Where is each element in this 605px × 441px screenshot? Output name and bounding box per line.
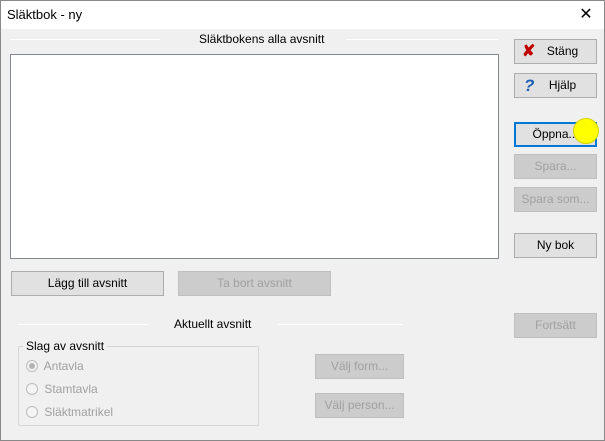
remove-section-button-label: Ta bort avsnitt [217, 276, 292, 290]
save-as-button-label: Spara som... [521, 192, 590, 206]
cursor-highlight [573, 118, 599, 144]
slaktbok-dialog: Släktbok - ny ✕ Släktbokens alla avsnitt… [0, 0, 605, 441]
radio-slaktmatrikel-icon [26, 406, 38, 418]
save-button-label: Spara... [534, 159, 577, 173]
current-separator-right [278, 324, 403, 325]
choose-form-button-label: Välj form... [330, 359, 389, 373]
open-button-label: Öppna... [532, 127, 579, 141]
sections-group-title-text: Släktbokens alla avsnitt [199, 32, 325, 46]
continue-button[interactable]: Fortsätt [514, 313, 597, 338]
radio-antavla-label: Antavla [43, 359, 84, 373]
close-button[interactable]: ✘ Stäng [514, 39, 597, 64]
current-section-title-text: Aktuellt avsnitt [174, 317, 252, 331]
title-bar: Släktbok - ny ✕ [1, 1, 604, 29]
save-button[interactable]: Spara... [514, 154, 597, 179]
new-book-button[interactable]: Ny bok [514, 233, 597, 258]
radio-stamtavla-label: Stamtavla [44, 382, 98, 396]
help-button[interactable]: ? Hjälp [514, 73, 597, 98]
add-section-button[interactable]: Lägg till avsnitt [11, 271, 164, 296]
choose-person-button-label: Välj person... [324, 398, 395, 412]
section-type-groupbox-title: Slag av avsnitt [23, 339, 108, 353]
help-button-label: Hjälp [548, 78, 577, 92]
new-book-button-label: Ny bok [536, 238, 575, 252]
close-button-label: Stäng [546, 44, 579, 58]
radio-antavla-icon [26, 360, 38, 372]
red-x-icon: ✘ [522, 43, 536, 60]
blue-question-icon: ? [524, 76, 535, 95]
radio-slaktmatrikel[interactable]: Släktmatrikel [26, 405, 113, 421]
radio-stamtavla[interactable]: Stamtavla [26, 382, 98, 398]
continue-button-label: Fortsätt [535, 318, 576, 332]
choose-form-button[interactable]: Välj form... [315, 354, 404, 379]
radio-stamtavla-icon [26, 383, 38, 395]
add-section-button-label: Lägg till avsnitt [47, 276, 128, 290]
current-separator-left [18, 324, 148, 325]
choose-person-button[interactable]: Välj person... [315, 393, 404, 418]
radio-slaktmatrikel-label: Släktmatrikel [44, 405, 114, 419]
window-close-icon[interactable]: ✕ [568, 1, 604, 29]
radio-antavla[interactable]: Antavla [26, 359, 84, 375]
remove-section-button[interactable]: Ta bort avsnitt [178, 271, 331, 296]
current-section-title: Aktuellt avsnitt [170, 317, 256, 331]
sections-separator-left [10, 39, 160, 40]
sections-list[interactable] [10, 54, 499, 259]
sections-group-title: Släktbokens alla avsnitt [195, 32, 329, 46]
window-title: Släktbok - ny [7, 7, 83, 22]
save-as-button[interactable]: Spara som... [514, 187, 597, 212]
sections-separator-right [346, 39, 498, 40]
